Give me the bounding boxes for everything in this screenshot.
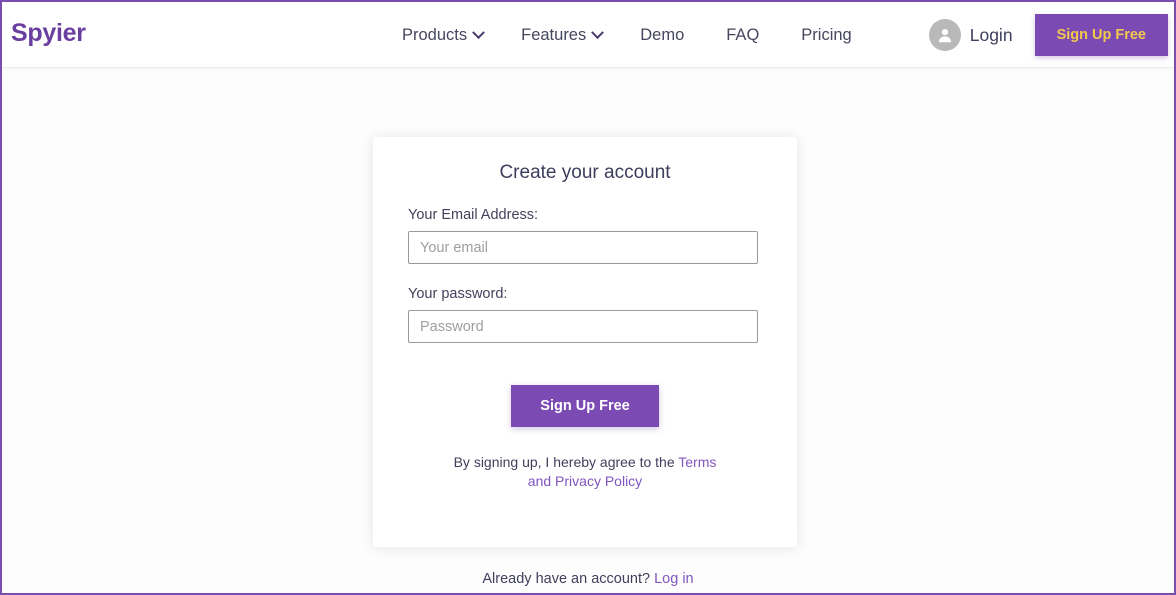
existing-account-note: Already have an account? Log in: [2, 571, 1174, 587]
brand-logo[interactable]: Spyier: [11, 21, 86, 46]
login-link[interactable]: Login: [929, 19, 1013, 51]
site-header: Spyier Products Features Demo FAQ Pricin…: [2, 2, 1174, 68]
chevron-down-icon: [591, 26, 604, 39]
nav-item-label: FAQ: [726, 26, 759, 45]
main-content: Create your account Your Email Address: …: [2, 68, 1174, 593]
password-input[interactable]: [408, 310, 758, 343]
nav-item-demo[interactable]: Demo: [640, 26, 684, 45]
nav-item-label: Demo: [640, 26, 684, 45]
login-footer-link[interactable]: Log in: [654, 571, 694, 587]
signup-form: Your Email Address: Your password: Sign …: [373, 207, 797, 491]
nav-item-pricing[interactable]: Pricing: [801, 26, 851, 45]
email-field-label: Your Email Address:: [408, 207, 762, 223]
page-title: Create your account: [373, 137, 797, 184]
email-field-group: Your Email Address:: [408, 207, 762, 264]
email-input[interactable]: [408, 231, 758, 264]
login-label: Login: [970, 25, 1013, 46]
terms-prefix-text: By signing up, I hereby agree to the: [454, 454, 679, 470]
nav-item-faq[interactable]: FAQ: [726, 26, 759, 45]
nav-item-label: Features: [521, 26, 586, 45]
user-avatar-icon: [929, 19, 961, 51]
nav-item-label: Pricing: [801, 26, 851, 45]
terms-notice: By signing up, I hereby agree to the Ter…: [408, 453, 762, 491]
header-actions: Login Sign Up Free: [929, 2, 1168, 68]
password-field-group: Your password:: [408, 286, 762, 343]
nav-item-products[interactable]: Products: [402, 26, 483, 45]
nav-item-features[interactable]: Features: [521, 26, 602, 45]
header-signup-button[interactable]: Sign Up Free: [1035, 14, 1168, 56]
signup-card: Create your account Your Email Address: …: [373, 137, 797, 547]
password-field-label: Your password:: [408, 286, 762, 302]
main-navigation: Products Features Demo FAQ Pricing: [402, 2, 852, 68]
submit-row: Sign Up Free: [408, 385, 762, 427]
nav-item-label: Products: [402, 26, 467, 45]
chevron-down-icon: [472, 26, 485, 39]
signup-submit-button[interactable]: Sign Up Free: [511, 385, 658, 427]
browser-viewport: Spyier Products Features Demo FAQ Pricin…: [0, 0, 1176, 595]
existing-account-prompt: Already have an account?: [482, 571, 654, 587]
